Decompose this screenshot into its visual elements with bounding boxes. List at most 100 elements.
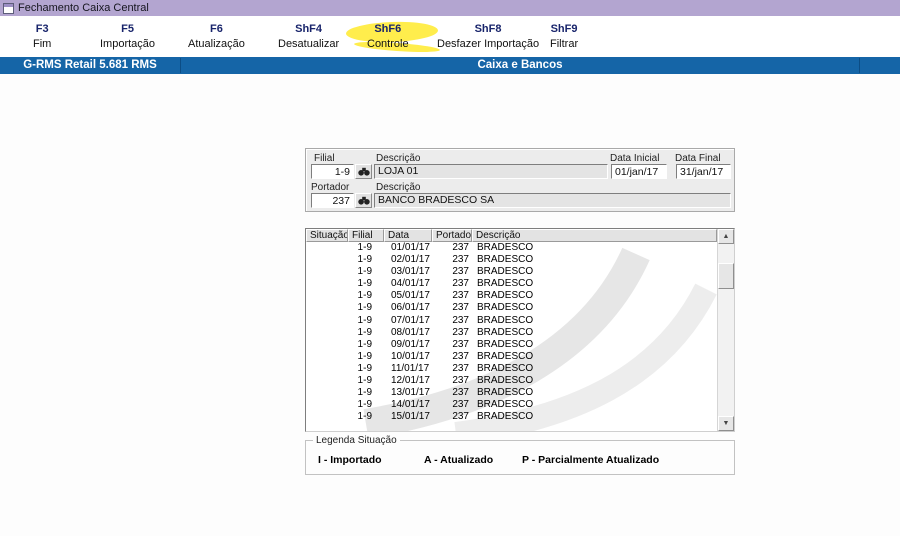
cell-situacao: [306, 278, 348, 290]
table-row[interactable]: 1-9 09/01/17 237 BRADESCO: [306, 339, 717, 351]
table-row[interactable]: 1-9 14/01/17 237 BRADESCO: [306, 399, 717, 411]
cell-situacao: [306, 399, 348, 411]
filial-lookup-button[interactable]: [355, 164, 372, 179]
cell-descricao: BRADESCO: [477, 314, 534, 326]
table-row[interactable]: 1-9 04/01/17 237 BRADESCO: [306, 278, 717, 290]
cell-portador: 237: [452, 314, 469, 326]
table-row[interactable]: 1-9 03/01/17 237 BRADESCO: [306, 266, 717, 278]
cell-descricao: BRADESCO: [477, 266, 534, 278]
titlebar: Fechamento Caixa Central: [0, 0, 900, 16]
filial-label: Filial: [314, 153, 335, 164]
data-final-input[interactable]: [676, 164, 731, 179]
cell-situacao: [306, 315, 348, 327]
table-row[interactable]: 1-9 11/01/17 237 BRADESCO: [306, 363, 717, 375]
binoculars-icon: [357, 167, 370, 176]
toolbar-item-key: ShF9: [550, 23, 578, 35]
cell-data: 05/01/17: [391, 290, 430, 302]
cell-situacao: [306, 327, 348, 339]
cell-filial: 1-9: [357, 375, 372, 387]
scroll-down-button[interactable]: ▼: [718, 416, 734, 431]
legend-item: P - Parcialmente Atualizado: [522, 454, 660, 466]
cell-filial: 1-9: [357, 326, 372, 338]
cell-portador: 237: [452, 411, 469, 423]
table-row[interactable]: 1-9 08/01/17 237 BRADESCO: [306, 327, 717, 339]
column-header-portador[interactable]: Portador: [432, 229, 472, 242]
table-row[interactable]: 1-9 13/01/17 237 BRADESCO: [306, 387, 717, 399]
table-row[interactable]: 1-9 15/01/17 237 BRADESCO: [306, 411, 717, 423]
cell-data: 09/01/17: [391, 338, 430, 350]
data-inicial-input[interactable]: [611, 164, 667, 179]
scrollbar-thumb[interactable]: [718, 263, 734, 289]
toolbar-item[interactable]: ShF4 Desatualizar: [278, 23, 339, 50]
cell-descricao: BRADESCO: [477, 411, 534, 423]
portador-descricao-field: BANCO BRADESCO SA: [374, 193, 731, 208]
app-version-label: G-RMS Retail 5.681 RMS: [23, 59, 157, 71]
cell-descricao: BRADESCO: [477, 302, 534, 314]
toolbar-item[interactable]: F5 Importação: [100, 23, 155, 50]
table-row[interactable]: 1-9 10/01/17 237 BRADESCO: [306, 351, 717, 363]
toolbar-item[interactable]: ShF6 Controle: [367, 23, 409, 50]
filial-descricao-field: LOJA 01: [374, 164, 608, 179]
legend-item: I - Importado: [318, 454, 382, 466]
table-row[interactable]: 1-9 12/01/17 237 BRADESCO: [306, 375, 717, 387]
toolbar-item-key: ShF6: [374, 23, 402, 35]
cell-portador: 237: [452, 375, 469, 387]
cell-situacao: [306, 242, 348, 254]
portador-input[interactable]: [311, 193, 354, 208]
cell-situacao: [306, 302, 348, 314]
vertical-scrollbar[interactable]: ▲ ▼: [717, 229, 734, 431]
toolbar-item-label: Controle: [367, 38, 409, 50]
cell-filial: 1-9: [357, 266, 372, 278]
portador-lookup-button[interactable]: [355, 193, 372, 208]
app-window: Fechamento Caixa Central F3 Fim F5 Impor…: [0, 0, 900, 536]
toolbar-item-label: Desfazer Importação: [437, 38, 540, 50]
infobar-divider: [859, 58, 860, 73]
cell-descricao: BRADESCO: [477, 350, 534, 362]
cell-descricao: BRADESCO: [477, 290, 534, 302]
cell-portador: 237: [452, 399, 469, 411]
cell-portador: 237: [452, 254, 469, 266]
module-title: Caixa e Bancos: [477, 59, 563, 71]
cell-portador: 237: [452, 387, 469, 399]
cell-descricao: BRADESCO: [477, 375, 534, 387]
toolbar-item-key: F5: [121, 23, 134, 35]
cell-data: 02/01/17: [391, 254, 430, 266]
legend-item: A - Atualizado: [424, 454, 494, 466]
scroll-up-button[interactable]: ▲: [718, 229, 734, 244]
table-row[interactable]: 1-9 01/01/17 237 BRADESCO: [306, 242, 717, 254]
table-row[interactable]: 1-9 05/01/17 237 BRADESCO: [306, 290, 717, 302]
cell-situacao: [306, 363, 348, 375]
window-title: Fechamento Caixa Central: [18, 2, 149, 14]
cell-data: 03/01/17: [391, 266, 430, 278]
toolbar-items: F3 Fim F5 Importação F6 Atualização ShF4…: [0, 16, 900, 57]
column-header-filial[interactable]: Filial: [348, 229, 384, 242]
table-row[interactable]: 1-9 06/01/17 237 BRADESCO: [306, 302, 717, 314]
cell-data: 12/01/17: [391, 375, 430, 387]
filial-input[interactable]: [311, 164, 354, 179]
toolbar-item[interactable]: F3 Fim: [33, 23, 51, 50]
cell-data: 11/01/17: [391, 362, 430, 374]
column-header-situacao[interactable]: Situação: [306, 229, 348, 242]
cell-filial: 1-9: [357, 242, 372, 253]
table-row[interactable]: 1-9 07/01/17 237 BRADESCO: [306, 315, 717, 327]
cell-situacao: [306, 375, 348, 387]
cell-portador: 237: [452, 326, 469, 338]
cell-portador: 237: [452, 338, 469, 350]
column-header-descricao[interactable]: Descrição: [472, 229, 717, 242]
table-row[interactable]: 1-9 02/01/17 237 BRADESCO: [306, 254, 717, 266]
cell-descricao: BRADESCO: [477, 278, 534, 290]
toolbar-item-label: Desatualizar: [278, 38, 340, 50]
data-inicial-label: Data Inicial: [610, 153, 660, 164]
cell-portador: 237: [452, 278, 469, 290]
toolbar-item[interactable]: F6 Atualização: [188, 23, 245, 50]
toolbar-item[interactable]: ShF8 Desfazer Importação: [437, 23, 539, 50]
cell-descricao: BRADESCO: [477, 242, 534, 253]
legend-groupbox: Legenda Situação I - Importado A - Atual…: [305, 435, 735, 475]
toolbar-item[interactable]: ShF9 Filtrar: [550, 23, 578, 50]
data-final-label: Data Final: [675, 153, 721, 164]
toolbar-item-key: F6: [210, 23, 223, 35]
cell-descricao: BRADESCO: [477, 338, 534, 350]
results-grid: Situação Filial Data Portador Descrição …: [305, 228, 735, 432]
toolbar-item-label: Filtrar: [550, 38, 579, 50]
column-header-data[interactable]: Data: [384, 229, 432, 242]
